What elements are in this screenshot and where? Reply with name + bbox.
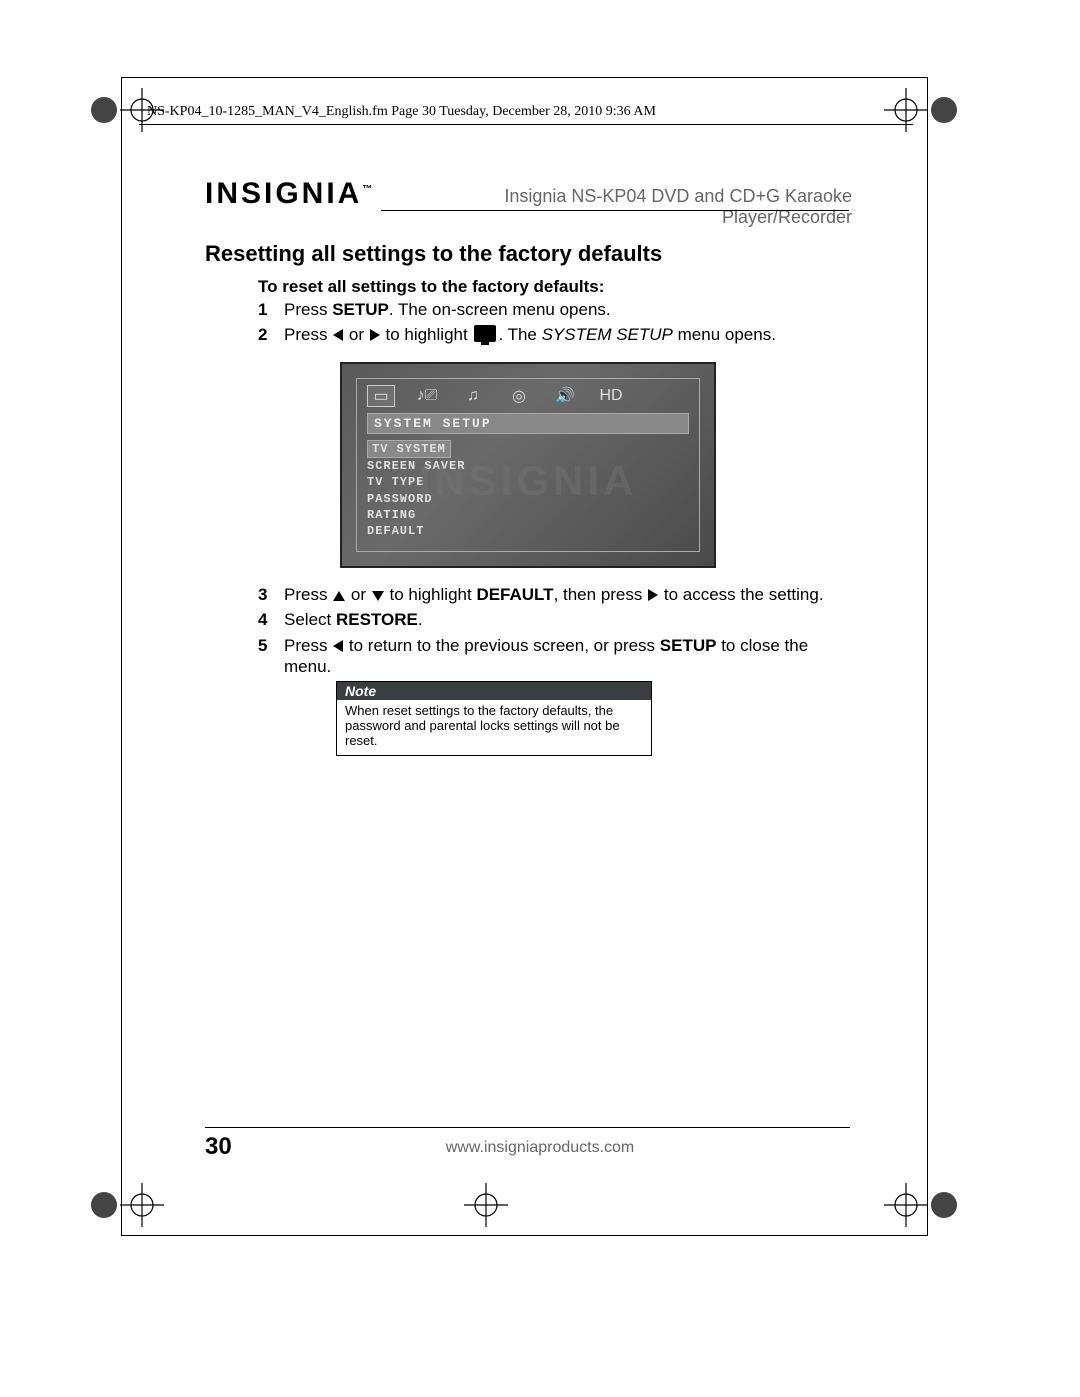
step-3: 3 Press or to highlight DEFAULT, then pr…: [258, 584, 853, 605]
step-5: 5 Press to return to the previous screen…: [258, 635, 853, 678]
header-underline: [381, 210, 849, 211]
osd-item: TV SYSTEM: [367, 440, 451, 458]
step-text: Press or to highlight DEFAULT, then pres…: [284, 584, 853, 605]
steps-group-1: 1 Press SETUP. The on-screen menu opens.…: [258, 299, 853, 350]
crop-mark-bottom-center: [456, 1175, 516, 1235]
osd-tab-disc-icon: ◎: [505, 385, 533, 407]
brand-text: INSIGNIA: [205, 177, 362, 210]
osd-tab-system-icon: ▭: [367, 385, 395, 407]
step-2: 2 Press or to highlight . The SYSTEM SET…: [258, 324, 853, 345]
down-arrow-icon: [372, 591, 384, 601]
step-number: 4: [258, 609, 284, 630]
osd-menu-list: TV SYSTEM SCREEN SAVER TV TYPE PASSWORD …: [367, 440, 689, 539]
step-text: Press SETUP. The on-screen menu opens.: [284, 299, 853, 320]
osd-inner: ▭ ♪⎚ ♫ ◎ 🔊 HD SYSTEM SETUP INSIGNIA TV S…: [356, 378, 700, 552]
step-text: Press to return to the previous screen, …: [284, 635, 853, 678]
section-heading: Resetting all settings to the factory de…: [205, 241, 662, 267]
right-arrow-icon: [370, 329, 380, 341]
left-arrow-icon: [333, 329, 343, 341]
right-arrow-icon: [648, 589, 658, 601]
footer-url: www.insigniaproducts.com: [0, 1139, 1080, 1157]
step-1: 1 Press SETUP. The on-screen menu opens.: [258, 299, 853, 320]
note-label: Note: [337, 682, 651, 700]
product-name: Insignia NS-KP04 DVD and CD+G Karaoke Pl…: [382, 186, 852, 228]
footer-rule: [205, 1127, 850, 1128]
step-number: 5: [258, 635, 284, 678]
screen-icon: [474, 325, 496, 342]
crop-mark-bottom-right: [878, 1175, 958, 1235]
steps-group-2: 3 Press or to highlight DEFAULT, then pr…: [258, 584, 853, 681]
step-text: Press or to highlight . The SYSTEM SETUP…: [284, 324, 853, 345]
crop-mark-bottom-left: [90, 1175, 170, 1235]
header-file-info: NS-KP04_10-1285_MAN_V4_English.fm Page 3…: [147, 104, 656, 120]
osd-tab-row: ▭ ♪⎚ ♫ ◎ 🔊 HD: [357, 379, 699, 411]
osd-tab-speaker-icon: ♪⎚: [413, 385, 441, 407]
step-number: 1: [258, 299, 284, 320]
osd-item: PASSWORD: [367, 491, 689, 507]
osd-item: DEFAULT: [367, 523, 689, 539]
osd-item: RATING: [367, 507, 689, 523]
header-rule: [139, 124, 913, 125]
procedure-heading: To reset all settings to the factory def…: [258, 277, 604, 297]
crop-mark-top-right: [878, 80, 958, 140]
osd-item: SCREEN SAVER: [367, 458, 689, 474]
step-text: Select RESTORE.: [284, 609, 853, 630]
osd-item: TV TYPE: [367, 474, 689, 490]
osd-tab-music-icon: ♫: [459, 385, 487, 407]
up-arrow-icon: [333, 591, 345, 601]
step-4: 4 Select RESTORE.: [258, 609, 853, 630]
trademark-symbol: ™: [362, 184, 372, 195]
step-number: 2: [258, 324, 284, 345]
note-body: When reset settings to the factory defau…: [337, 700, 651, 755]
left-arrow-icon: [333, 640, 343, 652]
step-number: 3: [258, 584, 284, 605]
osd-tab-hd-icon: HD: [597, 385, 625, 407]
osd-menu-title: SYSTEM SETUP: [367, 413, 689, 434]
brand-logo: INSIGNIA™: [205, 177, 372, 211]
osd-tab-audio-icon: 🔊: [551, 385, 579, 407]
note-box: Note When reset settings to the factory …: [336, 681, 652, 756]
osd-screenshot: ▭ ♪⎚ ♫ ◎ 🔊 HD SYSTEM SETUP INSIGNIA TV S…: [340, 362, 716, 568]
